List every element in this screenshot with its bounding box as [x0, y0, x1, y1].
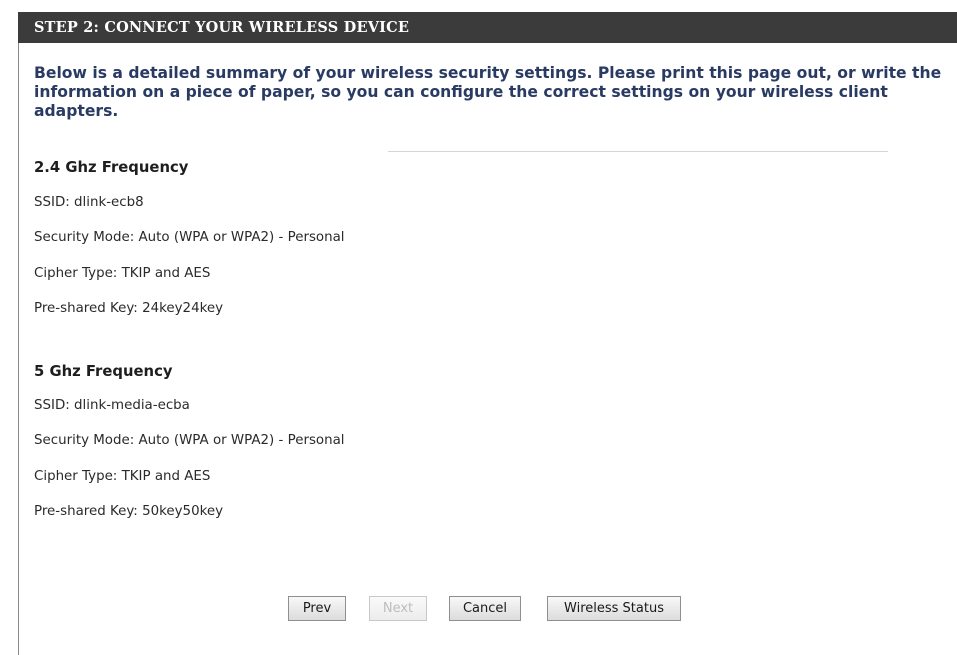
band-5-security-mode: Security Mode: Auto (WPA or WPA2) - Pers… — [34, 433, 345, 448]
prev-button[interactable]: Prev — [288, 596, 346, 621]
intro-text: Below is a detailed summary of your wire… — [34, 64, 942, 120]
band-5-heading: 5 Ghz Frequency — [34, 363, 173, 380]
band-24-cipher-type: Cipher Type: TKIP and AES — [34, 266, 211, 281]
band-5-ssid: SSID: dlink-media-ecba — [34, 398, 190, 413]
cancel-button[interactable]: Cancel — [449, 596, 521, 621]
step-title: STEP 2: CONNECT YOUR WIRELESS DEVICE — [34, 19, 410, 36]
band-24-heading: 2.4 Ghz Frequency — [34, 159, 189, 176]
band-24-security-mode: Security Mode: Auto (WPA or WPA2) - Pers… — [34, 230, 345, 245]
band-24-ssid: SSID: dlink-ecb8 — [34, 195, 144, 210]
band-5-cipher-type: Cipher Type: TKIP and AES — [34, 469, 211, 484]
band-24-psk: Pre-shared Key: 24key24key — [34, 301, 224, 316]
wireless-status-button[interactable]: Wireless Status — [547, 596, 681, 621]
divider — [388, 151, 888, 152]
next-button[interactable]: Next — [369, 596, 427, 621]
step-header: STEP 2: CONNECT YOUR WIRELESS DEVICE — [18, 12, 957, 43]
band-5-psk: Pre-shared Key: 50key50key — [34, 504, 224, 519]
